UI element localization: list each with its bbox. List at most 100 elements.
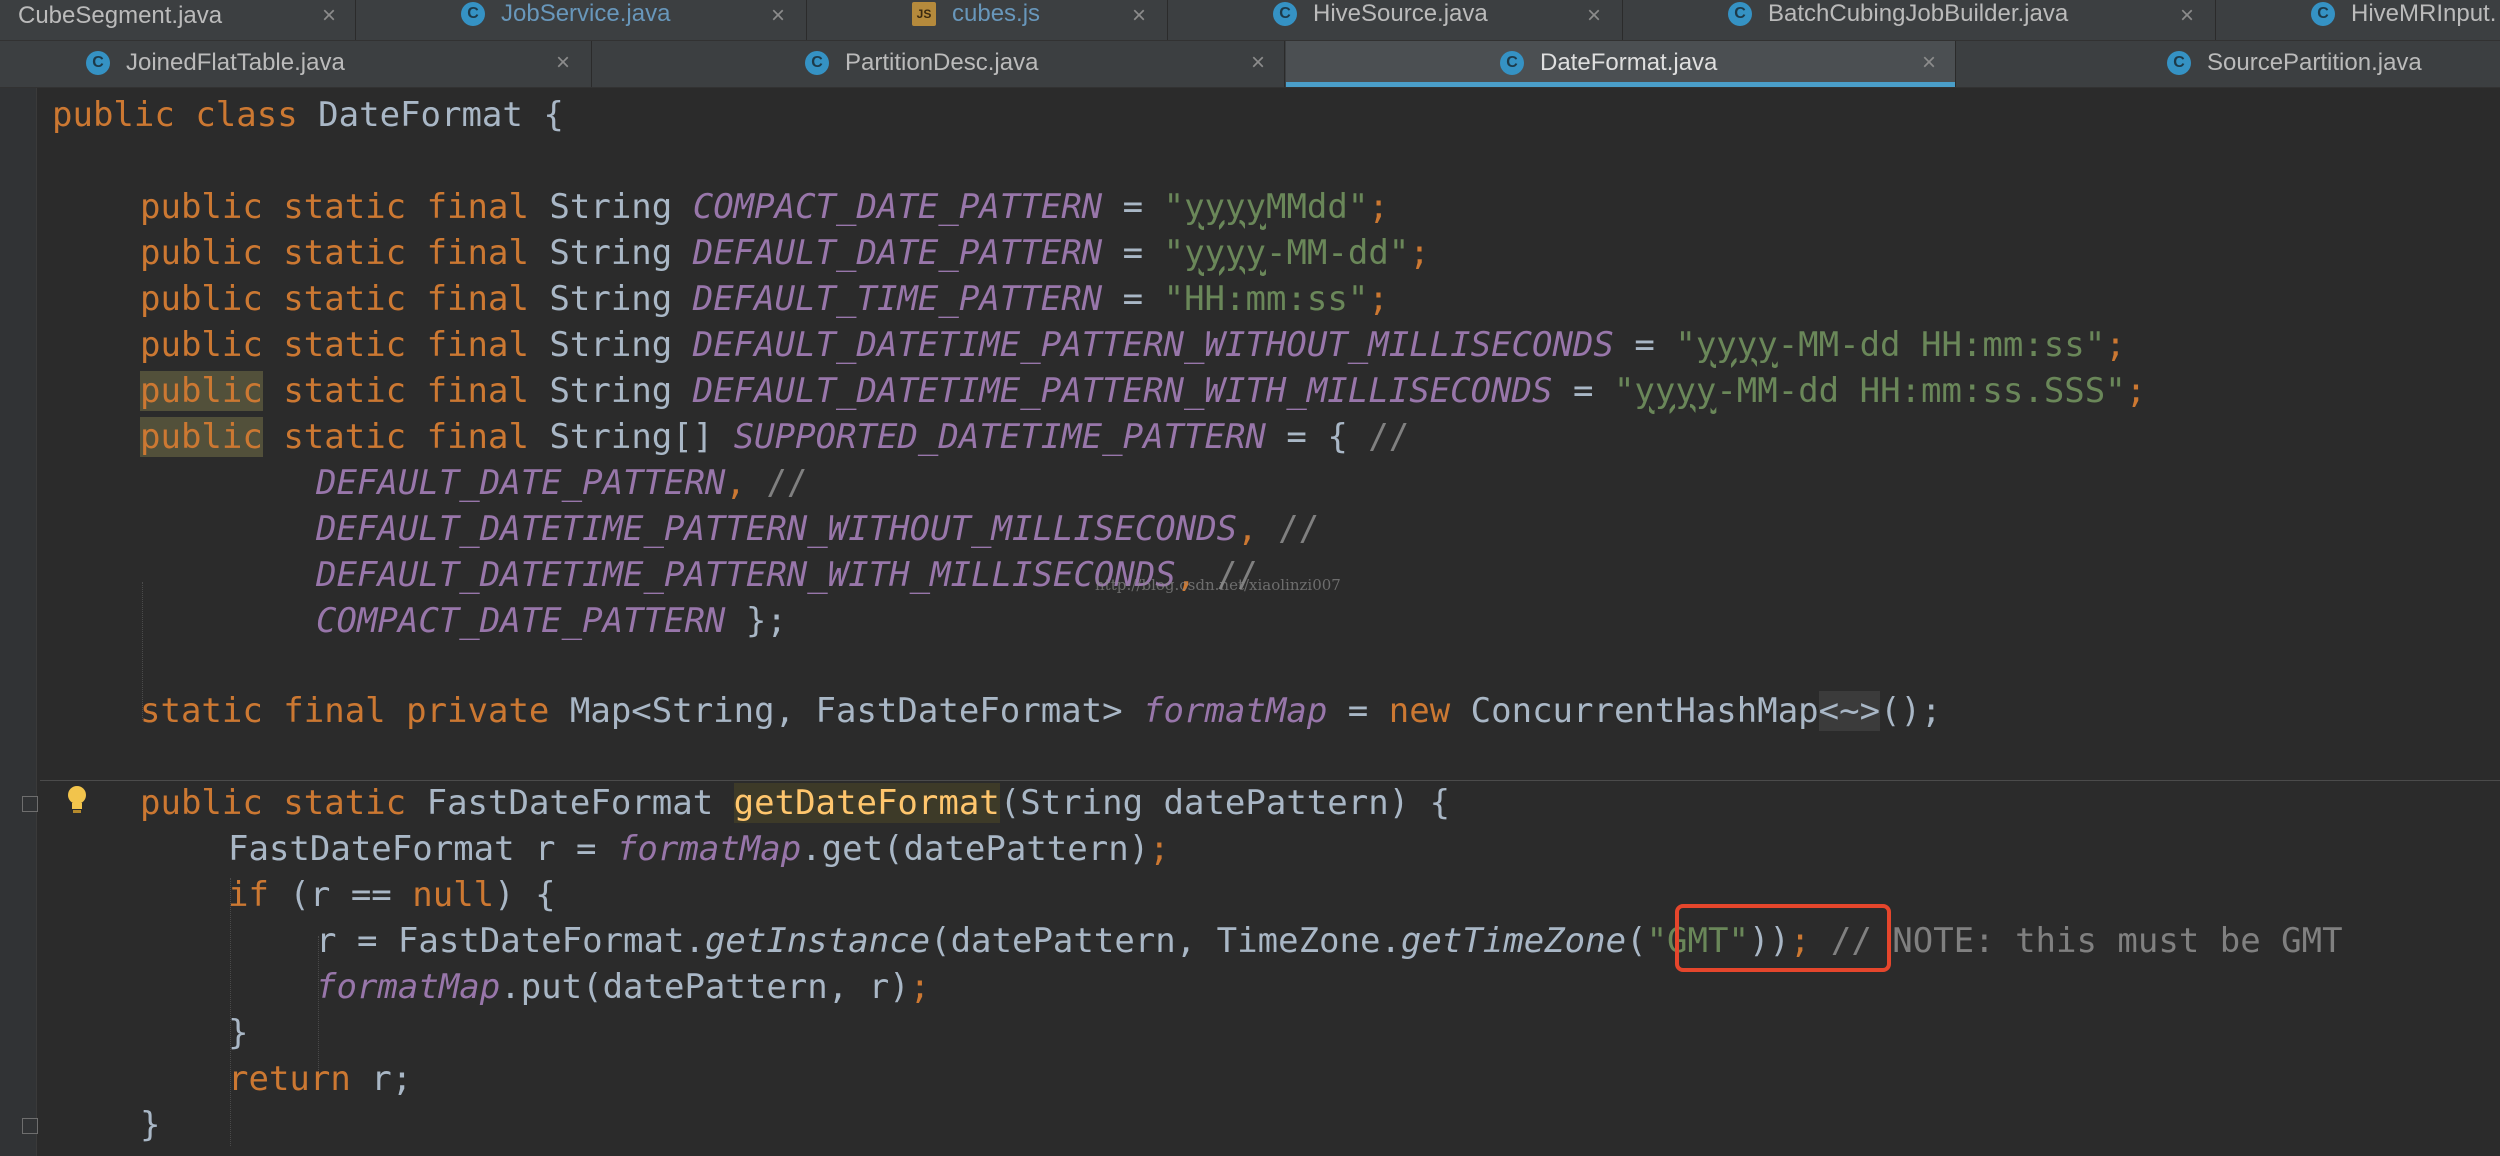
keyword-highlighted: public [140, 417, 263, 457]
static-method-call: getInstance [704, 921, 931, 961]
parameters: (String datePattern) { [999, 783, 1451, 823]
operator: = { [1286, 417, 1348, 457]
close-icon[interactable]: × [322, 2, 336, 30]
keyword: new [1388, 691, 1451, 731]
string-literal: "HH:mm:ss" [1163, 279, 1369, 319]
class-icon: C [805, 51, 829, 75]
string-literal: " [1613, 371, 1635, 411]
constant-name: DEFAULT_DATETIME_PATTERN_WITH_MILLISECON… [316, 555, 1176, 595]
closing-brace: } [228, 1013, 249, 1053]
operator: = [1572, 371, 1594, 411]
fold-marker-icon[interactable] [22, 1118, 38, 1134]
code-line: public static final String[] SUPPORTED_D… [140, 414, 1409, 460]
semicolon: ; [2125, 371, 2147, 411]
constant-name: COMPACT_DATE_PATTERN [316, 601, 726, 641]
tab-hivemrinput[interactable]: C HiveMRInput. [2217, 0, 2500, 40]
semicolon: ; [1149, 829, 1170, 869]
string-literal: -MM-dd HH:mm:ss" [1777, 325, 2106, 365]
semicolon: ; [2105, 325, 2126, 365]
tab-label: CubeSegment.java [18, 2, 223, 29]
lightbulb-icon[interactable] [64, 784, 90, 816]
string-literal: yyyy [1695, 325, 1778, 365]
type: ConcurrentHashMap [1470, 691, 1819, 731]
type: String [549, 279, 673, 319]
call-end: (); [1880, 691, 1942, 731]
declaration: FastDateFormat r = [228, 829, 617, 869]
string-literal: " [1163, 233, 1185, 273]
code-line: public static final String DEFAULT_DATET… [140, 322, 2126, 368]
code-editor[interactable]: public class DateFormat { public static … [0, 88, 2500, 1156]
close-icon[interactable]: × [556, 49, 570, 77]
close-icon[interactable]: × [1251, 49, 1265, 77]
constant-name: DEFAULT_DATETIME_PATTERN_WITH_MILLISECON… [692, 371, 1553, 411]
constant-name: DEFAULT_DATE_PATTERN [692, 233, 1103, 273]
keyword: null [412, 875, 495, 915]
operator: = [1122, 279, 1144, 319]
comma: , [1237, 509, 1258, 549]
tab-batchcubingjobbuilder[interactable]: C BatchCubingJobBuilder.java × [1624, 0, 2216, 40]
code-line: public static final String DEFAULT_TIME_… [140, 276, 1389, 322]
operator: = [1347, 691, 1369, 731]
code-line: COMPACT_DATE_PATTERN }; [316, 598, 787, 644]
closing-brace: }; [725, 601, 787, 641]
field-name: formatMap [1143, 691, 1328, 731]
editor-gutter[interactable] [0, 88, 37, 1156]
code-line: r = FastDateFormat.getInstance(datePatte… [316, 918, 2343, 964]
tab-label: cubes.js [952, 0, 1041, 27]
type: String[] [549, 417, 714, 457]
code-line: DEFAULT_DATETIME_PATTERN_WITHOUT_MILLISE… [316, 506, 1319, 552]
constant-name: DEFAULT_TIME_PATTERN [692, 279, 1103, 319]
code-line: public static final String DEFAULT_DATET… [140, 368, 2146, 414]
modifiers: static final [283, 371, 529, 411]
semicolon: ; [1368, 187, 1389, 227]
method-name[interactable]: getDateFormat [733, 783, 1000, 823]
js-icon: JS [912, 2, 936, 26]
close-icon[interactable]: × [1587, 2, 1601, 30]
method-call: .get(datePattern) [801, 829, 1150, 869]
class-icon: C [2311, 2, 2335, 26]
tab-jobservice[interactable]: C JobService.java × [357, 0, 807, 40]
modifiers: public static final [140, 187, 529, 227]
tab-joinedflattable[interactable]: C JoinedFlatTable.java × [0, 41, 592, 87]
code-line: public class DateFormat { [52, 92, 564, 138]
constant-name: DEFAULT_DATETIME_PATTERN_WITHOUT_MILLISE… [316, 509, 1238, 549]
code-line: DEFAULT_DATE_PATTERN, // [316, 460, 807, 506]
constant-name: DEFAULT_DATE_PATTERN [316, 463, 726, 503]
modifiers: public static [140, 783, 407, 823]
code-line: } [228, 1010, 248, 1056]
paren: ( [1626, 921, 1647, 961]
type: String [549, 325, 673, 365]
keyword: return [228, 1059, 351, 1099]
tab-dateformat[interactable]: C DateFormat.java × [1286, 41, 1956, 87]
string-literal: yyyy [1634, 371, 1717, 411]
closing-brace: } [140, 1105, 161, 1145]
keyword: class [195, 95, 298, 135]
code-line: FastDateFormat r = formatMap.get(datePat… [228, 826, 1170, 872]
tab-cubes-js[interactable]: JS cubes.js × [808, 0, 1168, 40]
string-literal: " [1675, 325, 1696, 365]
close-icon[interactable]: × [1132, 2, 1146, 30]
type: FastDateFormat [426, 783, 714, 823]
string-literal: MMdd" [1265, 187, 1369, 227]
close-icon[interactable]: × [2180, 2, 2194, 30]
tab-partitiondesc[interactable]: C PartitionDesc.java × [593, 41, 1285, 87]
close-icon[interactable]: × [1922, 49, 1936, 77]
keyword: if [228, 875, 269, 915]
tab-label: PartitionDesc.java [845, 49, 1039, 76]
code-line: if (r == null) { [228, 872, 556, 918]
string-literal: yyyy [1184, 233, 1266, 273]
tab-sourcepartition[interactable]: C SourcePartition.java [1957, 41, 2500, 87]
tab-hivesource[interactable]: C HiveSource.java × [1169, 0, 1623, 40]
tab-cubesegment[interactable]: CubeSegment.java × [0, 0, 356, 40]
fold-marker-icon[interactable] [22, 796, 38, 812]
code-line: return r; [228, 1056, 412, 1102]
modifiers: public static final [140, 325, 529, 365]
comment: // [1278, 509, 1320, 549]
static-method-call: getTimeZone [1400, 921, 1627, 961]
code-line: formatMap.put(datePattern, r); [316, 964, 930, 1010]
string-literal: -MM-dd" [1265, 233, 1410, 273]
close-icon[interactable]: × [771, 2, 785, 30]
constant-name: SUPPORTED_DATETIME_PATTERN [733, 417, 1266, 457]
watermark-text: http://blog.csdn.net/xiaolinzi007 [1095, 576, 1341, 594]
field-name: formatMap [616, 829, 802, 869]
